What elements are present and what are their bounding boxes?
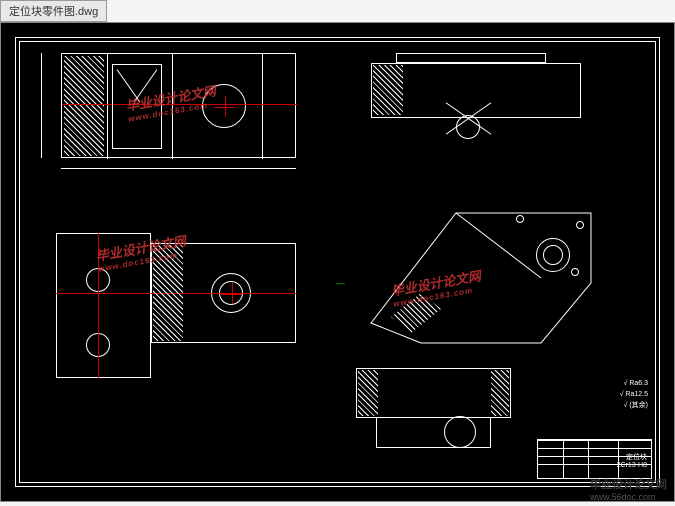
ucs-marker: — (336, 278, 345, 288)
bore-inner (543, 245, 563, 265)
hatch (491, 370, 509, 416)
wm-title: 毕业设计论文网 (590, 476, 667, 492)
small-hole (571, 268, 579, 276)
hatch (358, 370, 378, 416)
file-tab[interactable]: 定位块零件图.dwg (0, 0, 107, 22)
view-mid-right (361, 193, 611, 353)
view-bottom-right (356, 368, 511, 453)
hatch (153, 245, 183, 341)
edge (262, 54, 263, 159)
top-step (396, 53, 546, 63)
v-groove (117, 69, 157, 104)
drawing-canvas[interactable]: — √ Ra6.3 √ Ra12.5 √ (其余) 定位块 2Cr13-H8 毕… (0, 22, 675, 502)
surface-finish-notes: √ Ra6.3 √ Ra12.5 √ (其余) (620, 378, 648, 411)
wm-url: www.56doc.com (590, 492, 667, 502)
hatch-area (64, 56, 104, 156)
tb-part: 定位块 (626, 452, 647, 462)
hatch (373, 65, 403, 115)
centerline (62, 104, 297, 105)
body (356, 368, 511, 418)
edge (107, 54, 108, 159)
edge (172, 54, 173, 159)
dim-line-v (41, 53, 42, 158)
view-mid-left (56, 213, 296, 388)
page-watermark: 毕业设计论文网 www.56doc.com (590, 476, 667, 502)
centerline-v (98, 233, 99, 378)
center-mark (224, 106, 225, 107)
view-top-right (371, 53, 581, 133)
view-top-left (61, 53, 296, 158)
left-block (56, 233, 151, 378)
arc (444, 416, 476, 448)
dim-line (61, 168, 296, 169)
tb-mat: 2Cr13-H8 (617, 462, 647, 469)
tab-label: 定位块零件图.dwg (9, 6, 98, 18)
small-hole (576, 221, 584, 229)
small-hole (516, 215, 524, 223)
title-block: 定位块 2Cr13-H8 (537, 439, 652, 479)
